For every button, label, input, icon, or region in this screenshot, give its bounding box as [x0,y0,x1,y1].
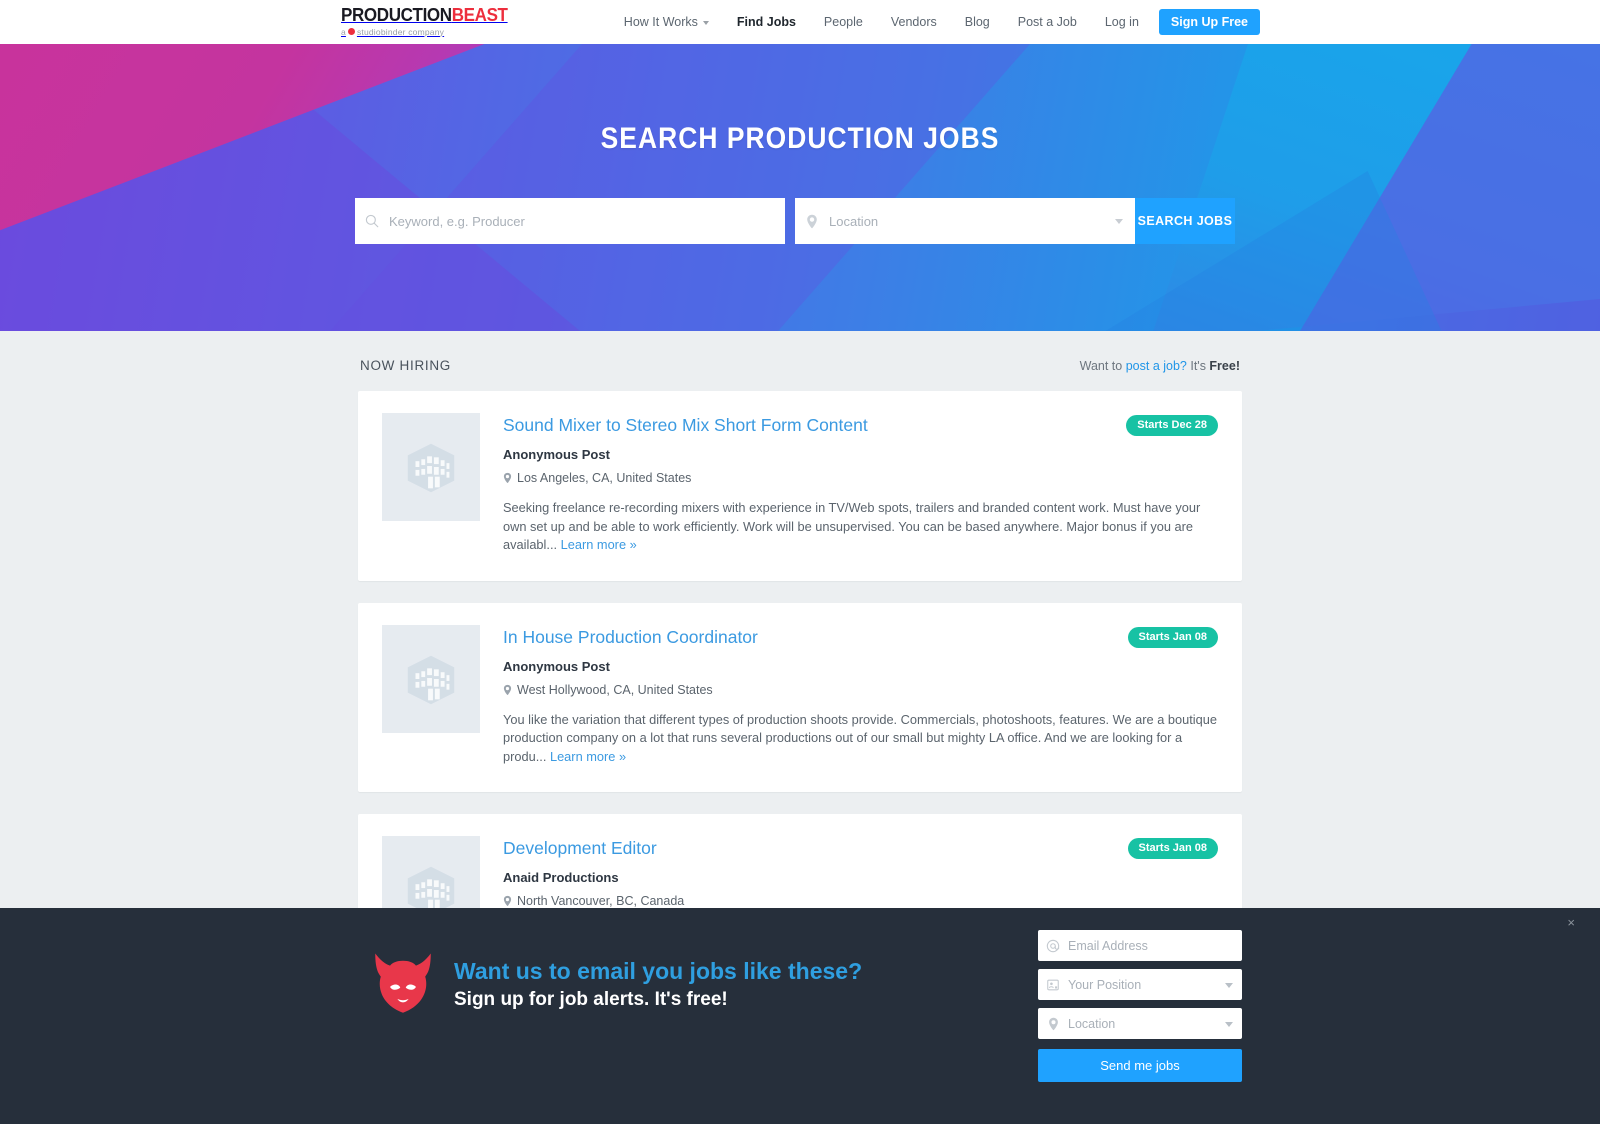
banner-location-field[interactable] [1068,1016,1242,1031]
page-title: SEARCH PRODUCTION JOBS [600,122,1000,155]
learn-more-link[interactable]: Learn more » [561,537,637,552]
location-pin-icon [503,896,512,907]
job-title-link[interactable]: In House Production Coordinator [503,627,758,647]
logo-tagline-post: studiobinder company [356,26,445,37]
job-description: You like the variation that different ty… [503,711,1218,767]
banner-copy: Want us to email you jobs like these? Si… [454,958,862,1011]
job-alert-signup-banner: Want us to email you jobs like these? Si… [0,908,1600,1124]
logo-wordmark: PRODUCTIONBEAST [341,4,508,25]
job-search-form: SEARCH JOBS [355,198,1245,244]
nav-label-how-it-works: How It Works [623,15,698,29]
job-location: North Vancouver, BC, Canada [503,894,1218,908]
nav-item-how-it-works[interactable]: How It Works [610,15,723,29]
job-location-text: Los Angeles, CA, United States [517,471,692,485]
banner-location-dropdown-caret-icon[interactable] [1225,1021,1233,1027]
hero-banner: SEARCH PRODUCTION JOBS SEARCH JOBS [0,44,1600,331]
nav-item-people[interactable]: People [810,15,877,29]
learn-more-link[interactable]: Learn more » [550,749,626,764]
logo-tagline-pre: a [341,26,346,37]
sign-up-free-button[interactable]: Sign Up Free [1158,9,1260,35]
job-company: Anaid Productions [503,870,619,886]
email-field-wrapper [1038,930,1242,961]
listings-header: NOW HIRING Want to post a job? It's Free… [358,331,1242,391]
search-jobs-button[interactable]: SEARCH JOBS [1135,198,1235,244]
site-logo[interactable]: PRODUCTIONBEAST a studiobinder company [341,4,522,37]
banner-subhead: Sign up for job alerts. It's free! [454,988,728,1010]
job-title-link[interactable]: Sound Mixer to Stereo Mix Short Form Con… [503,415,868,435]
position-dropdown-caret-icon[interactable] [1225,982,1233,988]
job-location-text: West Hollywood, CA, United States [517,682,713,697]
job-description: Seeking freelance re-recording mixers wi… [503,499,1218,555]
hero-shape-violet-right [1300,44,1600,331]
location-pin-icon [795,214,829,229]
keyword-search-input[interactable] [389,198,785,244]
top-navigation-bar: PRODUCTIONBEAST a studiobinder company H… [0,0,1600,44]
job-company: Anonymous Post [503,447,610,462]
location-search-input[interactable] [829,198,1135,244]
job-card[interactable]: In House Production Coordinator Anonymou… [358,602,1242,793]
keyword-field-wrapper [355,198,785,244]
location-pin-icon [1038,1017,1068,1031]
post-hint-pre: Want to [1079,358,1126,373]
nav-item-post-a-job[interactable]: Post a Job [1004,15,1091,29]
logo-word-beast: BEAST [451,4,508,25]
company-building-icon [382,624,480,733]
location-pin-icon [503,684,512,695]
job-location-text: North Vancouver, BC, Canada [517,894,685,909]
banner-location-field-wrapper [1038,1008,1242,1039]
job-location: Los Angeles, CA, United States [503,471,1218,485]
main-nav: How It Works Find Jobs People Vendors Bl… [610,0,1600,44]
post-hint-mid: It's [1186,358,1210,373]
job-card[interactable]: Sound Mixer to Stereo Mix Short Form Con… [358,391,1242,581]
job-title-link[interactable]: Development Editor [503,838,657,858]
nav-item-vendors[interactable]: Vendors [877,15,951,29]
send-me-jobs-button[interactable]: Send me jobs [1038,1049,1242,1082]
close-icon[interactable]: × [1567,916,1575,929]
id-card-icon [1038,978,1068,992]
banner-headline: Want us to email you jobs like these? [454,958,863,984]
company-building-icon [382,413,480,521]
post-a-job-hint: Want to post a job? It's Free! [1080,359,1240,373]
search-icon [355,214,389,228]
location-pin-icon [503,472,512,483]
job-alert-form: Send me jobs [1038,930,1242,1082]
position-field-wrapper [1038,969,1242,1000]
status-badge: Starts Jan 08 [1127,626,1218,648]
job-location: West Hollywood, CA, United States [503,683,1218,697]
beast-mascot-icon [366,948,440,1022]
studiobinder-dot-icon [347,28,355,36]
logo-word-production: PRODUCTION [341,4,452,25]
nav-item-blog[interactable]: Blog [951,15,1004,29]
nav-item-log-in[interactable]: Log in [1091,15,1153,29]
job-company: Anonymous Post [503,658,610,674]
logo-tagline: a studiobinder company [341,26,522,37]
location-field-wrapper [795,198,1135,244]
now-hiring-label: NOW HIRING [360,358,451,373]
nav-item-find-jobs[interactable]: Find Jobs [723,15,810,29]
post-a-job-link[interactable]: post a job? [1126,359,1187,373]
location-dropdown-caret-icon[interactable] [1115,219,1123,224]
email-field[interactable] [1068,938,1242,953]
chevron-down-icon [702,21,709,25]
status-badge: Starts Dec 28 [1126,415,1218,436]
at-sign-icon [1038,939,1068,953]
post-hint-free: Free! [1209,358,1240,373]
status-badge: Starts Jan 08 [1127,838,1218,860]
position-field[interactable] [1068,977,1242,992]
